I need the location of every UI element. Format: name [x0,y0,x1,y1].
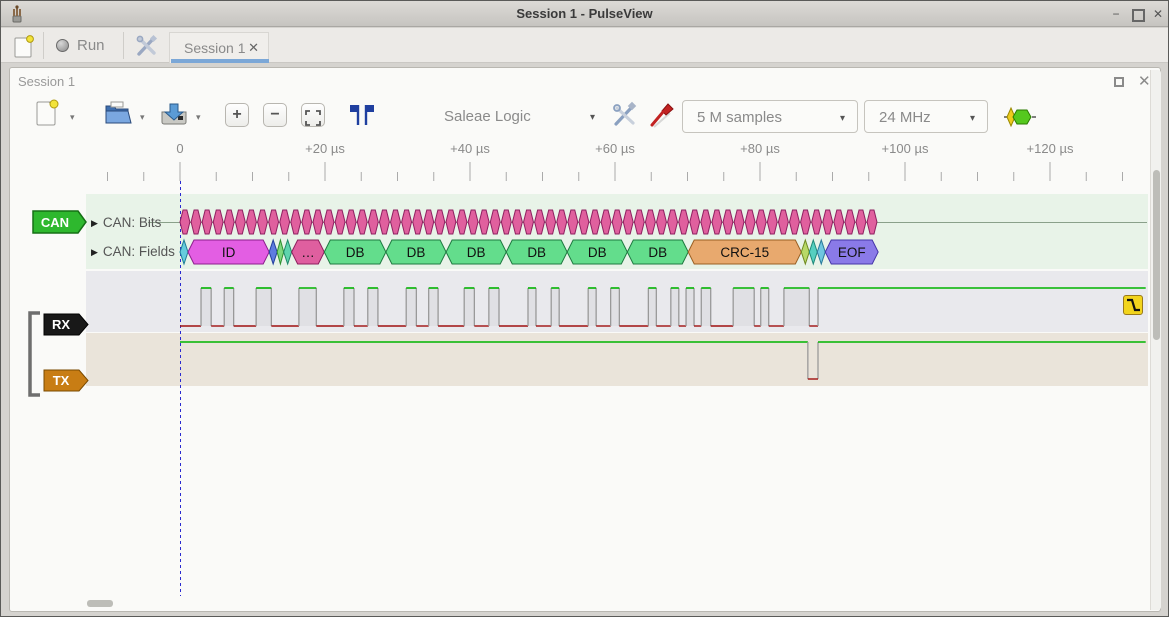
ruler-tick-label: +60 µs [595,141,635,156]
sample-count-value: 5 M samples [697,109,782,126]
tab-label: Session 1 [184,40,245,56]
horizontal-scrollbar-handle[interactable] [87,600,113,607]
run-button[interactable]: Run [77,37,105,54]
device-config-icon[interactable] [610,101,640,129]
sample-rate-combo[interactable]: 24 MHz ▾ [864,100,988,133]
session-toolbar: ▾ ▾ ▾ + − [10,92,1160,137]
tx-channel-tag[interactable]: TX [43,369,91,393]
probe-icon[interactable] [648,101,676,129]
settings-wrench-icon[interactable] [134,33,160,59]
close-button[interactable]: ✕ [1149,6,1167,22]
toolbar-separator [43,32,44,59]
dock-close-icon[interactable]: ✕ [1138,72,1151,90]
new-file-dropdown-icon[interactable]: ▾ [70,112,75,123]
rx-band [86,271,1148,332]
new-session-icon[interactable] [12,35,38,59]
sample-count-dropdown-icon: ▾ [840,113,845,124]
pulseview-window: Session 1 - PulseView − ✕ Run Session 1 … [0,0,1169,617]
open-file-dropdown-icon[interactable]: ▾ [140,112,145,123]
ruler-tick-label: 0 [176,141,183,156]
ruler-tick-label: +80 µs [740,141,780,156]
run-icon[interactable] [56,39,69,52]
device-select[interactable]: Saleae Logic [444,108,531,125]
tx-tag-label: TX [53,373,70,388]
tab-close-icon[interactable]: ✕ [248,40,259,56]
dock-title: Session 1 [18,74,75,89]
expand-arrow-icon[interactable]: ▶ [91,218,98,228]
sample-rate-dropdown-icon: ▾ [970,113,975,124]
ruler-tick-label: +100 µs [882,141,929,156]
new-file-icon[interactable] [32,98,62,128]
ruler-tick-label: +20 µs [305,141,345,156]
vertical-scrollbar[interactable] [1150,70,1161,610]
window-title: Session 1 - PulseView [1,6,1168,21]
open-file-icon[interactable] [102,98,134,128]
vertical-scrollbar-handle[interactable] [1153,170,1160,340]
expand-arrow-icon[interactable]: ▶ [91,247,98,257]
dock-float-icon[interactable] [1114,77,1124,87]
decoder-band [86,194,1148,269]
show-cursors-icon[interactable] [346,102,378,128]
can-decoder-tag[interactable]: CAN [32,210,90,235]
zoom-fit-button[interactable] [301,103,325,127]
sample-rate-value: 24 MHz [879,109,931,126]
rx-channel-tag[interactable]: RX [43,313,91,337]
trigger-marker[interactable] [1123,295,1143,315]
sample-count-combo[interactable]: 5 M samples ▾ [682,100,858,133]
falling-edge-icon [1124,296,1142,314]
minimize-button[interactable]: − [1107,6,1125,22]
zoom-in-button[interactable]: + [225,103,249,127]
rx-tag-label: RX [52,317,70,332]
zoom-out-button[interactable]: − [263,103,287,127]
add-decoder-icon[interactable] [1003,106,1037,128]
row-label-can-fields[interactable]: ▶CAN: Fields [91,244,175,259]
device-dropdown-icon[interactable]: ▾ [590,112,595,123]
active-tab-indicator [171,59,269,63]
row-label-can-bits[interactable]: ▶CAN: Bits [91,215,161,230]
zoom-fit-icon [302,107,324,129]
ruler-tick-label: +40 µs [450,141,490,156]
save-file-icon[interactable] [158,98,190,128]
title-bar[interactable]: Session 1 - PulseView − ✕ [1,1,1168,27]
channel-group-bracket [25,311,43,397]
can-tag-label: CAN [41,215,69,230]
maximize-button[interactable] [1129,6,1147,22]
main-toolbar: Run Session 1 ✕ [1,28,1168,63]
tx-band [86,333,1148,386]
save-file-dropdown-icon[interactable]: ▾ [196,112,201,123]
toolbar-separator [123,32,124,59]
ruler-tick-label: +120 µs [1027,141,1074,156]
status-strip [1,613,1168,617]
